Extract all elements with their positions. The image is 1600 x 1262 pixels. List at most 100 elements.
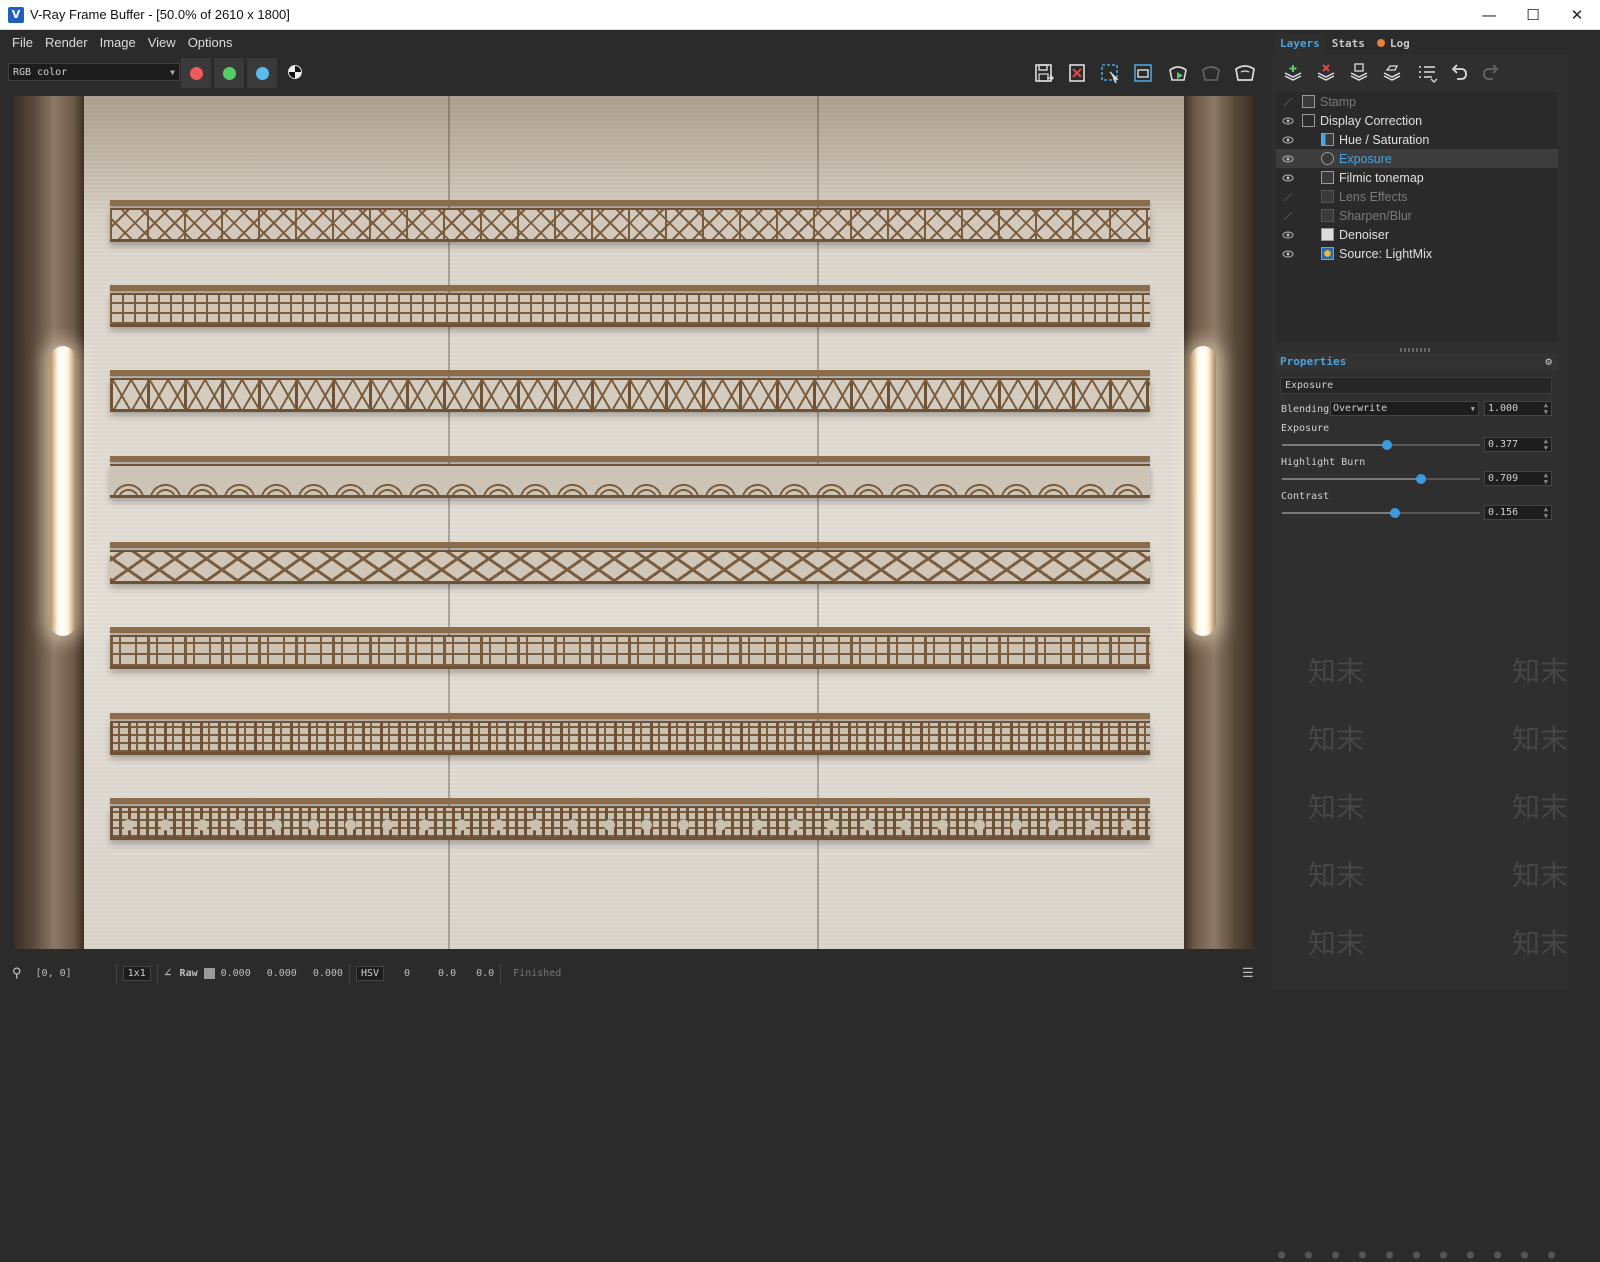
pixel-b: 0.000	[312, 968, 343, 979]
layer-item-display-correction[interactable]: Display Correction	[1276, 111, 1558, 130]
lens-effects-icon	[1321, 190, 1334, 203]
history-panel-icon[interactable]: ☰	[1242, 966, 1254, 981]
green-channel-button[interactable]	[214, 58, 244, 88]
eye-icon[interactable]	[1282, 248, 1294, 260]
contrast-slider[interactable]	[1282, 508, 1480, 518]
menu-view[interactable]: View	[142, 35, 182, 50]
spinner-icon[interactable]: ▲ ▼	[1544, 472, 1548, 486]
eye-hidden-icon[interactable]	[1282, 210, 1294, 222]
tab-layers[interactable]: Layers	[1274, 34, 1326, 54]
curve-icon	[1302, 114, 1315, 127]
stamp-icon	[1302, 95, 1315, 108]
render-icon[interactable]	[1232, 60, 1258, 86]
opacity-field[interactable]: 1.000 ▲ ▼	[1484, 401, 1552, 416]
render-viewport[interactable]	[14, 96, 1254, 949]
eye-icon[interactable]	[1282, 115, 1294, 127]
undo-icon[interactable]	[1446, 60, 1472, 86]
region-render-icon[interactable]	[1097, 60, 1123, 86]
close-button[interactable]: ✕	[1554, 0, 1600, 29]
layer-item-hue-saturation[interactable]: Hue / Saturation	[1276, 130, 1558, 149]
slider-handle[interactable]	[1389, 508, 1400, 518]
properties-menu-icon[interactable]: ⚙	[1545, 353, 1552, 371]
channel-select[interactable]: RGB color ▼	[8, 63, 180, 81]
render-status: Finished	[513, 968, 562, 979]
eye-icon[interactable]	[1282, 172, 1294, 184]
layer-item-source-lightmix[interactable]: Source: LightMix	[1276, 244, 1558, 263]
zoom-select[interactable]: 1x1	[122, 966, 151, 981]
chevron-down-icon: ▼	[1470, 405, 1475, 413]
spinner-icon[interactable]: ▲ ▼	[1544, 402, 1548, 416]
red-channel-button[interactable]	[181, 58, 211, 88]
blending-label: Blending	[1281, 404, 1330, 415]
minimize-button[interactable]: —	[1466, 0, 1512, 29]
menu-file[interactable]: File	[0, 35, 39, 50]
exposure-value-field[interactable]: 0.377 ▲ ▼	[1484, 437, 1552, 452]
eye-hidden-icon[interactable]	[1282, 96, 1294, 108]
tab-log[interactable]: Log	[1371, 34, 1416, 54]
render-interactive-icon[interactable]	[1165, 60, 1191, 86]
color-picker-icon[interactable]: ∠	[164, 966, 172, 981]
slider-handle[interactable]	[1381, 440, 1392, 450]
spinner-icon[interactable]: ▲ ▼	[1544, 506, 1548, 520]
redo-icon[interactable]	[1478, 60, 1504, 86]
save-image-icon[interactable]	[1031, 60, 1057, 86]
add-layer-icon[interactable]	[1280, 60, 1306, 86]
save-layers-icon[interactable]	[1346, 60, 1372, 86]
layer-item-lens-effects[interactable]: Lens Effects	[1276, 187, 1558, 206]
denoiser-icon	[1321, 228, 1334, 241]
lattice-band	[110, 370, 1150, 416]
pin-icon[interactable]: ⚲	[12, 966, 22, 981]
clear-image-icon[interactable]	[1064, 60, 1090, 86]
log-alert-icon	[1376, 39, 1385, 47]
tab-stats[interactable]: Stats	[1326, 34, 1371, 54]
raw-label: Raw	[179, 968, 198, 979]
layer-name-field[interactable]: Exposure	[1280, 377, 1552, 394]
lattice-band	[110, 542, 1150, 588]
delete-layer-icon[interactable]	[1313, 60, 1339, 86]
menu-image[interactable]: Image	[94, 35, 142, 50]
panel-splitter[interactable]	[1400, 348, 1430, 352]
layer-item-denoiser[interactable]: Denoiser	[1276, 225, 1558, 244]
lattice-band	[110, 627, 1150, 673]
lattice-band	[110, 456, 1150, 502]
layer-list: Stamp Display Correction Hue / Saturatio…	[1276, 92, 1558, 342]
blending-select[interactable]: Overwrite ▼	[1330, 401, 1479, 416]
pixel-s: 0.0	[438, 968, 457, 979]
eye-hidden-icon[interactable]	[1282, 191, 1294, 203]
menu-options[interactable]: Options	[182, 35, 239, 50]
layer-item-exposure[interactable]: Exposure	[1276, 149, 1558, 168]
maximize-button[interactable]: ☐	[1510, 0, 1556, 29]
eye-icon[interactable]	[1282, 153, 1294, 165]
blue-channel-button[interactable]	[247, 58, 277, 88]
exposure-slider[interactable]	[1282, 440, 1480, 450]
menu-render[interactable]: Render	[39, 35, 94, 50]
color-swatch	[203, 968, 215, 979]
load-layers-icon[interactable]	[1379, 60, 1405, 86]
monochrome-mode-icon[interactable]	[288, 65, 302, 79]
right-wall-lamp	[1190, 346, 1216, 636]
contrast-value-field[interactable]: 0.156 ▲ ▼	[1484, 505, 1552, 520]
panel-tabs: Layers Stats Log	[1272, 30, 1568, 54]
layer-item-filmic-tonemap[interactable]: Filmic tonemap	[1276, 168, 1558, 187]
spinner-icon[interactable]: ▲ ▼	[1544, 438, 1548, 452]
filmic-curve-icon	[1321, 171, 1334, 184]
layer-menu-icon[interactable]	[1414, 60, 1440, 86]
lattice-band	[110, 798, 1150, 844]
lattice-band	[110, 285, 1150, 331]
left-wall-lamp	[50, 346, 76, 636]
layer-item-sharpen-blur[interactable]: Sharpen/Blur	[1276, 206, 1558, 225]
highlight-burn-slider[interactable]	[1282, 474, 1480, 484]
stop-render-icon[interactable]	[1198, 60, 1224, 86]
pixel-h: 0	[404, 968, 411, 979]
eye-icon[interactable]	[1282, 134, 1294, 146]
layer-toolbar	[1272, 54, 1568, 92]
lattice-band	[110, 200, 1150, 246]
slider-handle[interactable]	[1415, 474, 1426, 484]
green-channel-icon	[222, 66, 236, 80]
color-space-select[interactable]: HSV	[355, 966, 384, 981]
eye-icon[interactable]	[1282, 229, 1294, 241]
layer-item-stamp[interactable]: Stamp	[1276, 92, 1558, 111]
highlight-burn-value-field[interactable]: 0.709 ▲ ▼	[1484, 471, 1552, 486]
properties-header: Properties ⚙	[1276, 353, 1558, 371]
fit-window-icon[interactable]	[1130, 60, 1156, 86]
